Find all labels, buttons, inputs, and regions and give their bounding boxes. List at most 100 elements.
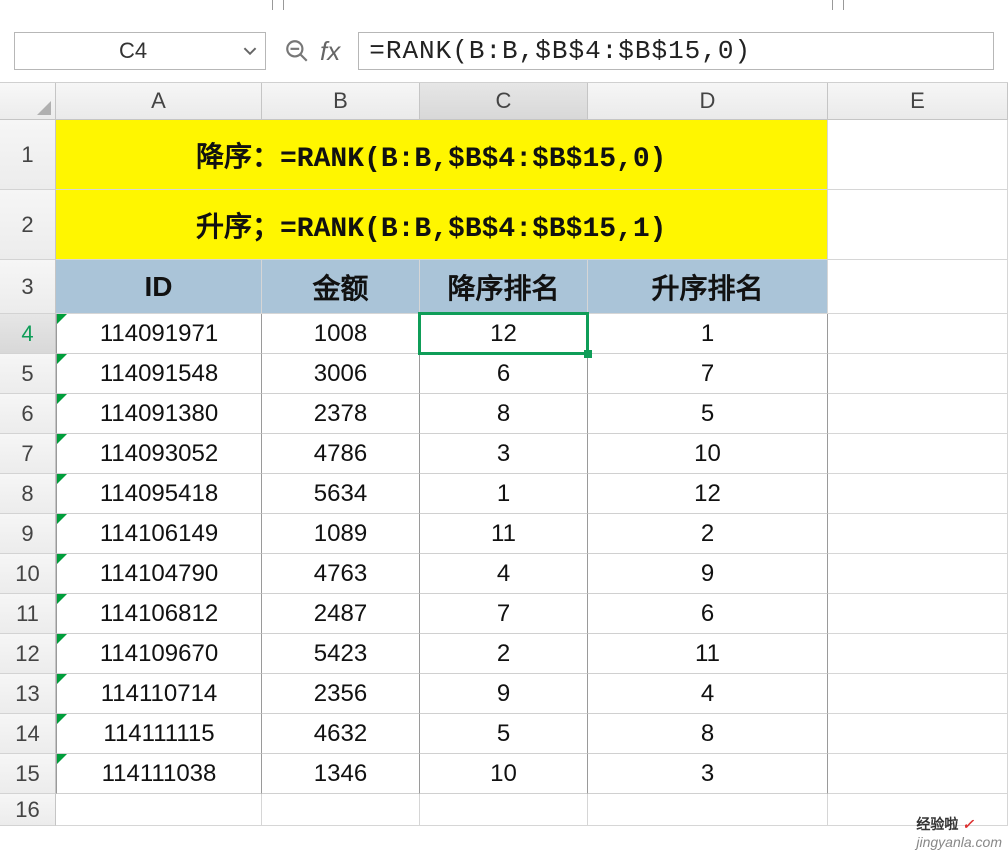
banner-asc[interactable]: 升序；=RANK(B:B,$B$4:$B$15,1) [56,190,828,260]
cell-E7[interactable] [828,434,1008,474]
cell-B14[interactable]: 4632 [262,714,420,754]
cell-E15[interactable] [828,754,1008,794]
row-header-10[interactable]: 10 [0,554,56,594]
header-amount[interactable]: 金额 [262,260,420,314]
cell-A10[interactable]: 114104790 [56,554,262,594]
header-id[interactable]: ID [56,260,262,314]
name-box[interactable]: C4 [14,32,266,70]
cell-A9[interactable]: 114106149 [56,514,262,554]
cell-C7[interactable]: 3 [420,434,588,474]
cell-D16[interactable] [588,794,828,826]
cell-E12[interactable] [828,634,1008,674]
cell-A16[interactable] [56,794,262,826]
cell-A8[interactable]: 114095418 [56,474,262,514]
cell-C6[interactable]: 8 [420,394,588,434]
cell-A5[interactable]: 114091548 [56,354,262,394]
row-header-5[interactable]: 5 [0,354,56,394]
column-header-C[interactable]: C [420,83,588,119]
row-header-15[interactable]: 15 [0,754,56,794]
cell-E2[interactable] [828,190,1008,260]
cell-E9[interactable] [828,514,1008,554]
cell-C15[interactable]: 10 [420,754,588,794]
column-header-A[interactable]: A [56,83,262,119]
cell-C13[interactable]: 9 [420,674,588,714]
cell-C10[interactable]: 4 [420,554,588,594]
cell-C4[interactable]: 12 [420,314,588,354]
chevron-down-icon[interactable] [243,44,257,58]
cell-D14[interactable]: 8 [588,714,828,754]
column-header-B[interactable]: B [262,83,420,119]
row-header-3[interactable]: 3 [0,260,56,314]
header-asc-rank[interactable]: 升序排名 [588,260,828,314]
cell-C9[interactable]: 11 [420,514,588,554]
row-header-14[interactable]: 14 [0,714,56,754]
row-header-8[interactable]: 8 [0,474,56,514]
cell-B8[interactable]: 5634 [262,474,420,514]
cell-A7[interactable]: 114093052 [56,434,262,474]
cell-B5[interactable]: 3006 [262,354,420,394]
cell-B12[interactable]: 5423 [262,634,420,674]
select-all-corner[interactable] [0,83,56,119]
cell-E13[interactable] [828,674,1008,714]
cell-A14[interactable]: 114111115 [56,714,262,754]
row-header-7[interactable]: 7 [0,434,56,474]
cell-B15[interactable]: 1346 [262,754,420,794]
cell-B16[interactable] [262,794,420,826]
cell-D11[interactable]: 6 [588,594,828,634]
cell-C12[interactable]: 2 [420,634,588,674]
cell-E6[interactable] [828,394,1008,434]
cell-D10[interactable]: 9 [588,554,828,594]
cell-C5[interactable]: 6 [420,354,588,394]
cell-E14[interactable] [828,714,1008,754]
cell-D5[interactable]: 7 [588,354,828,394]
cell-B6[interactable]: 2378 [262,394,420,434]
search-icon[interactable] [284,38,310,64]
cell-C16[interactable] [420,794,588,826]
cell-B4[interactable]: 1008 [262,314,420,354]
cell-D8[interactable]: 12 [588,474,828,514]
cell-C14[interactable]: 5 [420,714,588,754]
fill-handle[interactable] [584,350,592,358]
cell-C8[interactable]: 1 [420,474,588,514]
cell-E11[interactable] [828,594,1008,634]
cell-B9[interactable]: 1089 [262,514,420,554]
cell-B7[interactable]: 4786 [262,434,420,474]
cell-A15[interactable]: 114111038 [56,754,262,794]
cell-C11[interactable]: 7 [420,594,588,634]
formula-input[interactable]: =RANK(B:B,$B$4:$B$15,0) [358,32,994,70]
row-header-13[interactable]: 13 [0,674,56,714]
row-header-12[interactable]: 12 [0,634,56,674]
header-desc-rank[interactable]: 降序排名 [420,260,588,314]
cell-A6[interactable]: 114091380 [56,394,262,434]
cell-B11[interactable]: 2487 [262,594,420,634]
row-header-11[interactable]: 11 [0,594,56,634]
cell-D4[interactable]: 1 [588,314,828,354]
row-header-1[interactable]: 1 [0,120,56,190]
cell-D13[interactable]: 4 [588,674,828,714]
cell-A4[interactable]: 114091971 [56,314,262,354]
cell-A12[interactable]: 114109670 [56,634,262,674]
cell-E1[interactable] [828,120,1008,190]
cell-D15[interactable]: 3 [588,754,828,794]
cell-E3[interactable] [828,260,1008,314]
fx-label[interactable]: fx [320,36,340,67]
row-header-9[interactable]: 9 [0,514,56,554]
column-header-E[interactable]: E [828,83,1008,119]
cell-D9[interactable]: 2 [588,514,828,554]
row-header-4[interactable]: 4 [0,314,56,354]
row-header-16[interactable]: 16 [0,794,56,826]
cell-A13[interactable]: 114110714 [56,674,262,714]
cell-D6[interactable]: 5 [588,394,828,434]
column-header-D[interactable]: D [588,83,828,119]
cell-E5[interactable] [828,354,1008,394]
cell-A11[interactable]: 114106812 [56,594,262,634]
cell-E4[interactable] [828,314,1008,354]
cell-D7[interactable]: 10 [588,434,828,474]
row-header-2[interactable]: 2 [0,190,56,260]
row-header-6[interactable]: 6 [0,394,56,434]
cell-B13[interactable]: 2356 [262,674,420,714]
cell-E10[interactable] [828,554,1008,594]
cell-E8[interactable] [828,474,1008,514]
cell-D12[interactable]: 11 [588,634,828,674]
cell-B10[interactable]: 4763 [262,554,420,594]
